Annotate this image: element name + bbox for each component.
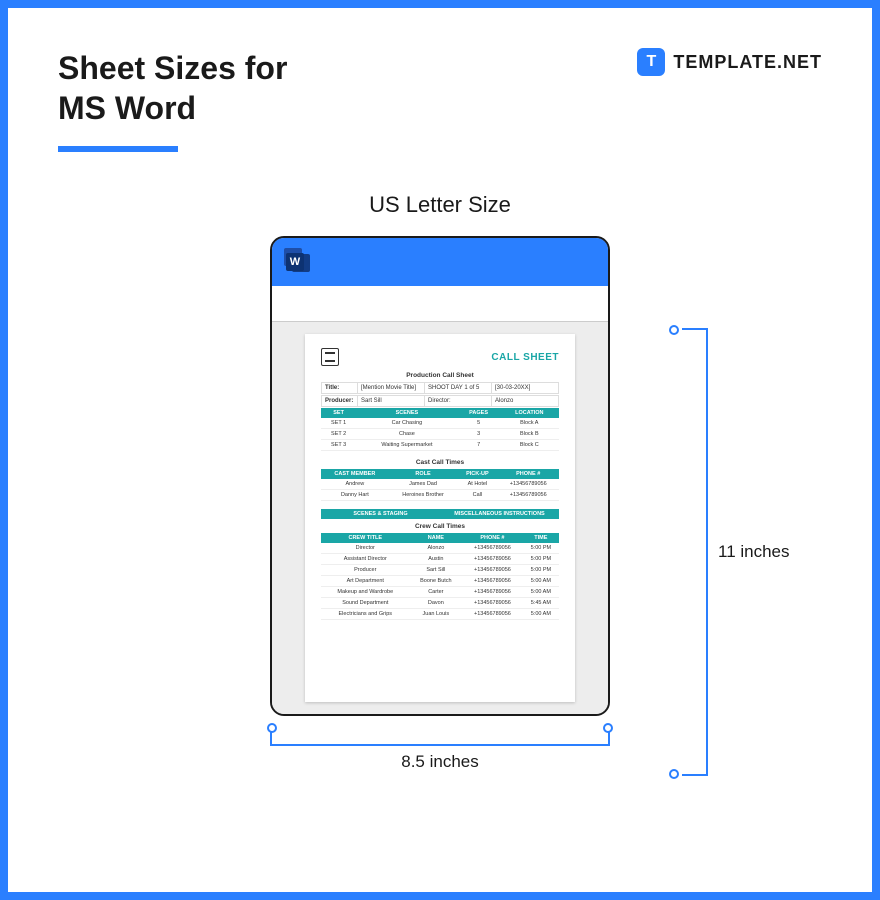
table-row: SET 3Waiting Supermarket7Block C [321,440,559,451]
crew-table: CREW TITLENAMEPHONE #TIMEDirectorAlonzo+… [321,533,559,620]
table-row: Assistant DirectorAustin+134567890565:00… [321,554,559,565]
size-label: US Letter Size [58,192,822,218]
header: Sheet Sizes forMS Word T TEMPLATE.NET [58,48,822,152]
table-row: Electricians and GripsJuan Louis+1345678… [321,609,559,620]
table-row: Art DepartmentBoone Butch+134567890565:0… [321,576,559,587]
table-header: SCENES [356,408,457,418]
document-title: CALL SHEET [491,352,559,363]
table-header: TIME [523,533,559,543]
section-heading: Cast Call Times [321,459,559,466]
width-label: 8.5 inches [401,752,479,772]
infographic-frame: Sheet Sizes forMS Word T TEMPLATE.NET US… [0,0,880,900]
table-row: SET 2Chase3Block B [321,429,559,440]
info-row: Producer:Sart SillDirector:Alonzo [321,395,559,407]
section-heading: Production Call Sheet [321,372,559,379]
sub-heading: MISCELLANEOUS INSTRUCTIONS [440,509,559,519]
table-row: AndrewJames DadAt Hotel+13456789056 [321,479,559,490]
table-header: PHONE # [497,469,559,479]
table-header: PAGES [458,408,500,418]
table-header: PHONE # [462,533,523,543]
document-page: CALL SHEET Production Call Sheet Title:[… [305,334,575,702]
word-window: W CALL SHEET Production Call Sheet Title… [270,236,610,716]
table-row: Danny HartHeroines BrotherCall+134567890… [321,490,559,501]
table-row: Sound DepartmentDavon+134567890565:45 AM [321,598,559,609]
table-header: CREW TITLE [321,533,410,543]
info-row: Title:[Mention Movie Title]SHOOT DAY 1 o… [321,382,559,394]
table-row: ProducerSart Sill+134567890565:00 PM [321,565,559,576]
height-dimension: 11 inches [682,328,742,776]
document-area: CALL SHEET Production Call Sheet Title:[… [272,322,608,714]
window-titlebar: W [272,238,608,286]
film-icon [321,348,339,366]
page-title: Sheet Sizes forMS Word [58,48,287,128]
table-row: SET 1Car Chasing5Block A [321,418,559,429]
title-block: Sheet Sizes forMS Word [58,48,287,152]
sets-table: SETSCENESPAGESLOCATIONSET 1Car Chasing5B… [321,408,559,451]
table-header: PICK-UP [457,469,497,479]
cast-table: CAST MEMBERROLEPICK-UPPHONE #AndrewJames… [321,469,559,501]
table-header: ROLE [389,469,458,479]
brand-name: TEMPLATE.NET [673,52,822,73]
table-row: Makeup and WardrobeCarter+134567890565:0… [321,587,559,598]
table-header: SET [321,408,356,418]
table-header: LOCATION [500,408,559,418]
brand: T TEMPLATE.NET [637,48,822,76]
table-header: NAME [410,533,463,543]
section-heading: Crew Call Times [321,523,559,530]
sub-heading: SCENES & STAGING [321,509,440,519]
width-dimension: 8.5 inches [270,728,610,782]
height-label: 11 inches [718,542,790,562]
ms-word-icon: W [284,248,312,276]
table-row: DirectorAlonzo+134567890565:00 PM [321,543,559,554]
title-underline [58,146,178,152]
diagram-container: W CALL SHEET Production Call Sheet Title… [210,236,670,782]
template-logo-icon: T [637,48,665,76]
table-header: CAST MEMBER [321,469,389,479]
window-toolbar [272,286,608,322]
